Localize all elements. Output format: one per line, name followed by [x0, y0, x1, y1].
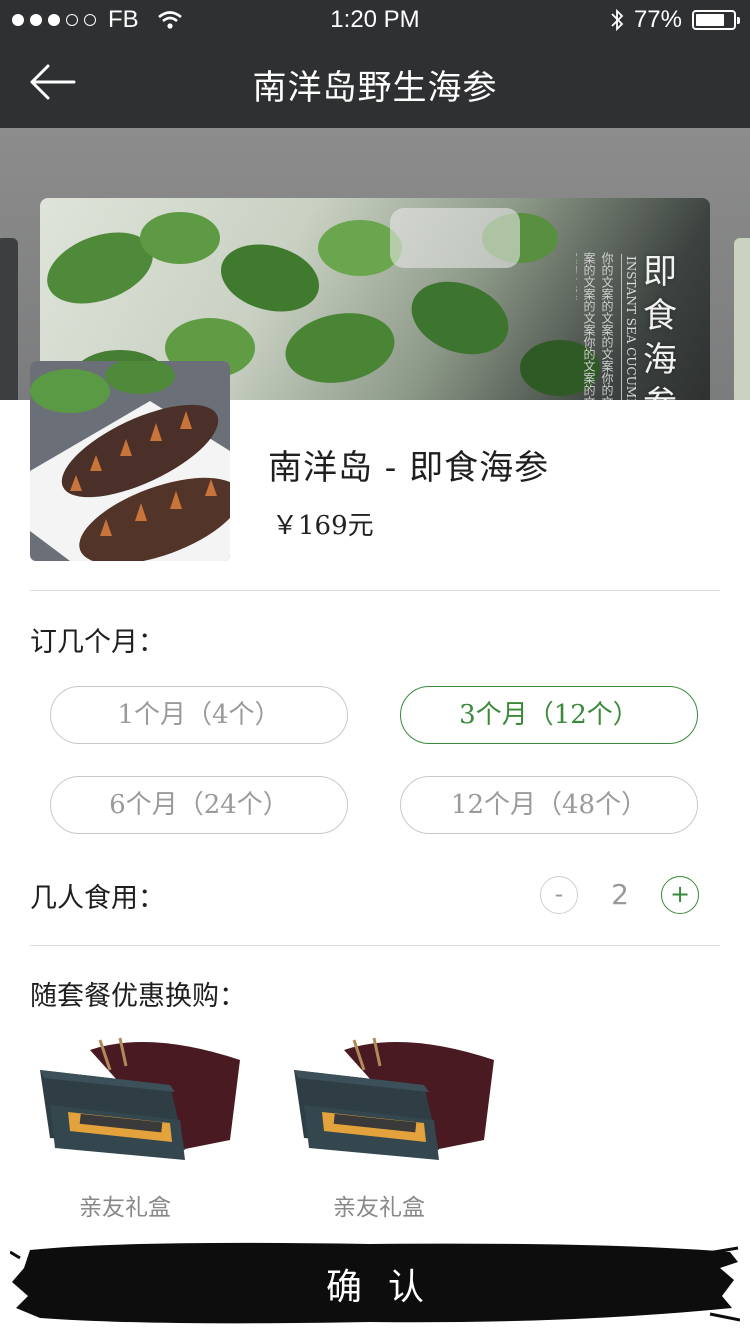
duration-option-6-months[interactable]: 6个月（24个）: [50, 776, 348, 834]
banner-title-en: INSTANT SEA CUCUMBER: [624, 256, 638, 400]
duration-option-3-months[interactable]: 3个月（12个）: [400, 686, 698, 744]
people-count: 2: [611, 878, 629, 911]
product-image: [30, 361, 230, 561]
product-price: ￥169元: [272, 511, 374, 541]
battery-percent: 77%: [633, 6, 682, 33]
page-title: 南洋岛野生海参: [252, 68, 498, 108]
duration-option-1-month[interactable]: 1个月（4个）: [50, 686, 348, 744]
gift-box-item[interactable]: 亲友礼盒: [30, 1030, 250, 1221]
duration-option-12-months[interactable]: 12个月（48个）: [400, 776, 698, 834]
duration-label: 订几个月：: [30, 627, 165, 658]
banner-copy: 你的文案的文案的文案你的文案的文案的文案你的文案的文案的文案: [576, 252, 614, 400]
decrease-button[interactable]: -: [540, 876, 578, 914]
carousel-prev-card[interactable]: [0, 238, 18, 400]
gift-box-item[interactable]: 亲友礼盒: [284, 1030, 504, 1221]
addons-label: 随套餐优惠换购：: [30, 981, 246, 1012]
status-right: 77%: [610, 6, 740, 34]
divider: [30, 590, 720, 591]
people-label: 几人食用：: [30, 883, 165, 914]
gift-box-label: 亲友礼盒: [333, 1195, 425, 1221]
confirm-button[interactable]: 确认: [9, 1238, 741, 1328]
battery-icon: [692, 10, 740, 30]
confirm-label: 确认: [325, 1267, 450, 1308]
carousel-next-card[interactable]: [734, 238, 750, 400]
banner-divider-line: [621, 254, 622, 400]
sea-cucumber-image: [30, 361, 230, 561]
increase-button[interactable]: +: [661, 876, 699, 914]
divider: [30, 945, 720, 946]
top-bar: FB 1:20 PM 77% 南洋岛野生海参: [0, 0, 750, 128]
product-name: 南洋岛 - 即食海参: [268, 448, 550, 488]
status-bar: FB 1:20 PM 77%: [0, 0, 750, 40]
battery-fill: [696, 14, 724, 26]
banner-carousel[interactable]: 你的文案的文案的文案你的文案的文案的文案你的文案的文案的文案 INSTANT S…: [0, 128, 750, 400]
gift-box-image: [294, 1037, 494, 1160]
gift-box-image: [40, 1037, 240, 1160]
gift-box-label: 亲友礼盒: [79, 1195, 171, 1221]
bluetooth-icon: [611, 8, 624, 32]
banner-title-cn: 即食海参: [643, 252, 677, 400]
